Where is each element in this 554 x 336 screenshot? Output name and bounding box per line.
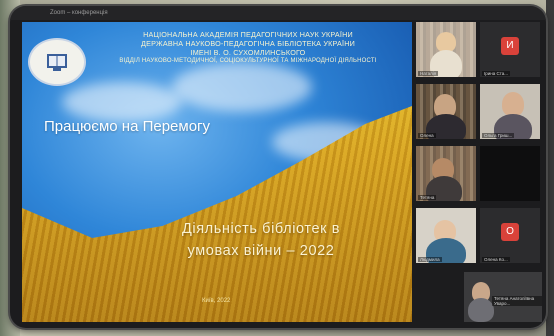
header-line: Державна науково-педагогічна бібліотека … xyxy=(141,39,355,48)
library-logo xyxy=(28,38,86,86)
window-title: Zoom – конференція xyxy=(50,10,108,16)
participant-tile[interactable]: Наталія xyxy=(416,22,476,77)
participant-avatar: О xyxy=(501,223,519,241)
shared-screen-slide[interactable]: Національна академія педагогічних наук У… xyxy=(22,22,412,322)
slide-cloud xyxy=(172,62,312,112)
subtitle-line: Діяльність бібліотек в xyxy=(181,221,341,237)
participant-tile[interactable] xyxy=(480,146,540,201)
participant-name: Ірина Ста... xyxy=(482,71,511,76)
participant-tile[interactable]: О Олена Ко... xyxy=(480,208,540,263)
participant-tile[interactable]: Ольга Гриш... xyxy=(480,84,540,139)
participant-name: Ольга Гриш... xyxy=(482,133,515,138)
slide-header: Національна академія педагогічних наук У… xyxy=(88,30,408,66)
participant-tile[interactable]: Тетяна xyxy=(416,146,476,201)
window-titlebar: Zoom – конференція xyxy=(10,6,546,20)
slide-cloud xyxy=(62,82,182,122)
participant-body xyxy=(468,298,494,322)
participant-tile[interactable]: Людмила xyxy=(416,208,476,263)
header-line: Відділ науково-методичної, соціокультурн… xyxy=(119,58,377,64)
participant-name: Наталія xyxy=(418,71,439,76)
participant-head xyxy=(436,32,456,52)
participant-tile[interactable]: Тетяна Анатоліївна Уваро... xyxy=(464,272,542,322)
slide-city-year: Київ, 2022 xyxy=(202,298,231,304)
participant-tile[interactable]: И Ірина Ста... xyxy=(480,22,540,77)
participant-head xyxy=(502,92,524,116)
background-right-edge xyxy=(546,0,554,336)
participant-name: Тетяна Анатоліївна Уваро... xyxy=(492,296,542,306)
participant-name: Олена xyxy=(418,133,436,138)
header-line: Національна академія педагогічних наук У… xyxy=(143,30,353,39)
slide-motto: Працюємо на Перемогу xyxy=(44,118,211,135)
zoom-window: Zoom – конференція Національна академія … xyxy=(10,6,546,328)
participant-name: Олена Ко... xyxy=(482,257,510,262)
header-line: імені В. О. Сухомлинського xyxy=(190,48,306,57)
participant-name: Людмила xyxy=(418,257,442,262)
participant-tile[interactable]: Олена xyxy=(416,84,476,139)
slide-subtitle: Діяльність бібліотек в умовах війни – 20… xyxy=(146,218,376,262)
participants-gallery: Наталія И Ірина Ста... Олена Ольга Гриш.… xyxy=(416,22,542,324)
book-icon xyxy=(47,54,67,71)
subtitle-line: умовах війни – 2022 xyxy=(187,243,335,259)
participant-avatar: И xyxy=(501,37,519,55)
participant-name: Тетяна xyxy=(418,195,437,200)
